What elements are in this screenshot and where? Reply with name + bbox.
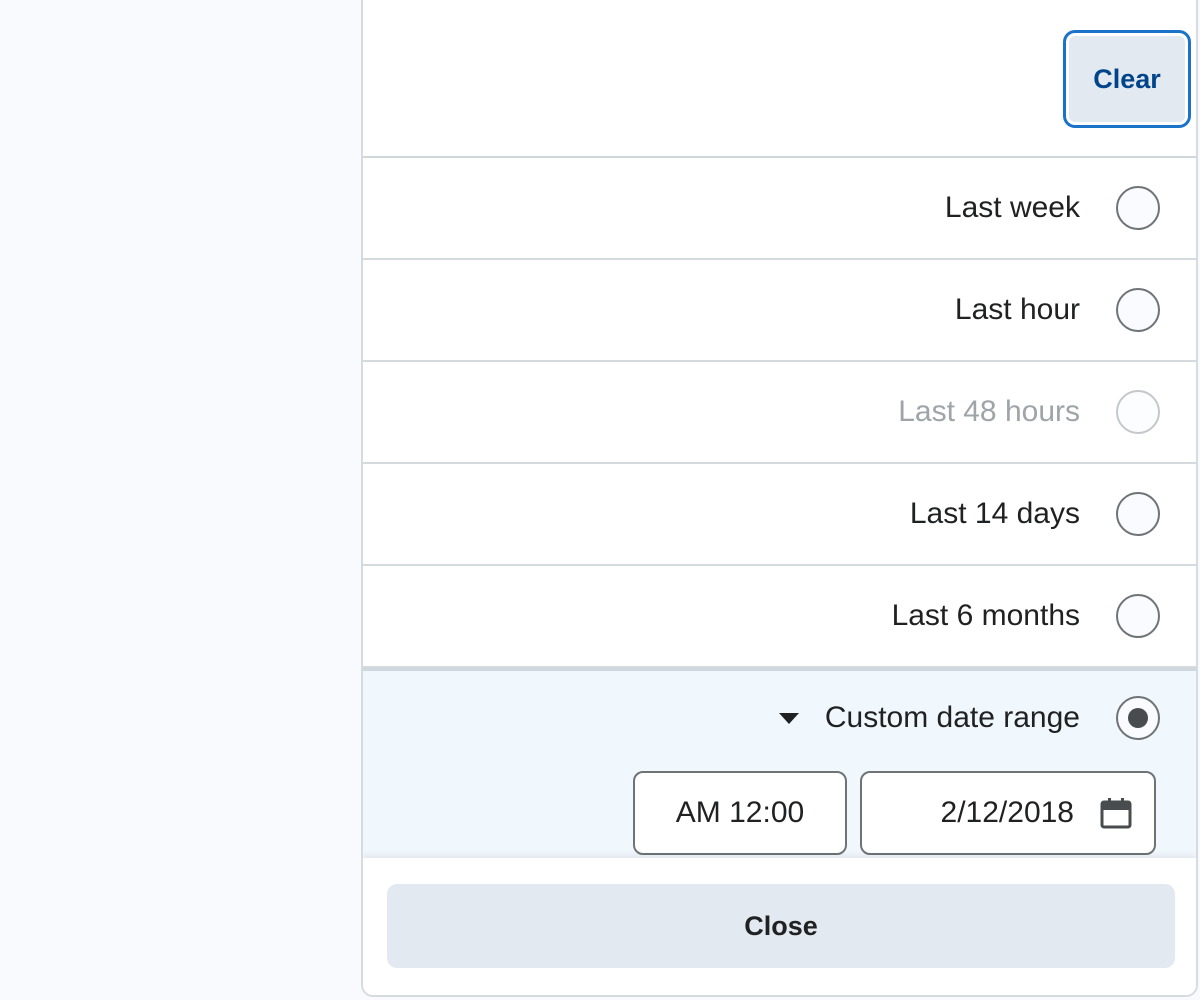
- radio-button[interactable]: [1116, 594, 1160, 638]
- custom-range-inputs: AM 12:00 2/12/2018: [633, 771, 1156, 855]
- option-last-6-months[interactable]: Last 6 months: [363, 566, 1196, 668]
- option-label: Last 48 hours: [898, 395, 1080, 428]
- date-filter-panel: Clear Last week Last hour Last 48 hours …: [361, 0, 1198, 997]
- option-last-48-hours: Last 48 hours: [363, 362, 1196, 464]
- option-custom-date-range[interactable]: Custom date range: [363, 671, 1196, 765]
- radio-button-selected[interactable]: [1116, 696, 1160, 740]
- time-input[interactable]: AM 12:00: [633, 771, 847, 855]
- panel-header: Clear: [363, 0, 1196, 158]
- date-value: 2/12/2018: [940, 796, 1074, 829]
- clear-button[interactable]: Clear: [1063, 30, 1191, 128]
- option-last-week[interactable]: Last week: [363, 158, 1196, 260]
- option-label: Last week: [944, 191, 1080, 224]
- option-label: Last 6 months: [891, 599, 1080, 632]
- radio-button[interactable]: [1116, 492, 1160, 536]
- custom-date-range-section: Custom date range AM 12:00 2/12/2018: [363, 668, 1196, 858]
- option-last-hour[interactable]: Last hour: [363, 260, 1196, 362]
- close-button[interactable]: Close: [387, 884, 1175, 968]
- date-input[interactable]: 2/12/2018: [860, 771, 1156, 855]
- time-value: AM 12:00: [675, 796, 805, 829]
- option-last-14-days[interactable]: Last 14 days: [363, 464, 1196, 566]
- radio-dot: [1128, 708, 1148, 728]
- radio-button[interactable]: [1116, 186, 1160, 230]
- radio-button[interactable]: [1116, 288, 1160, 332]
- option-label: Last 14 days: [909, 497, 1080, 530]
- radio-button: [1116, 390, 1160, 434]
- option-label: Custom date range: [824, 701, 1080, 734]
- option-label: Last hour: [954, 293, 1080, 326]
- calendar-icon[interactable]: [1100, 797, 1132, 829]
- caret-down-icon[interactable]: [778, 712, 799, 724]
- panel-footer: Close: [363, 858, 1196, 995]
